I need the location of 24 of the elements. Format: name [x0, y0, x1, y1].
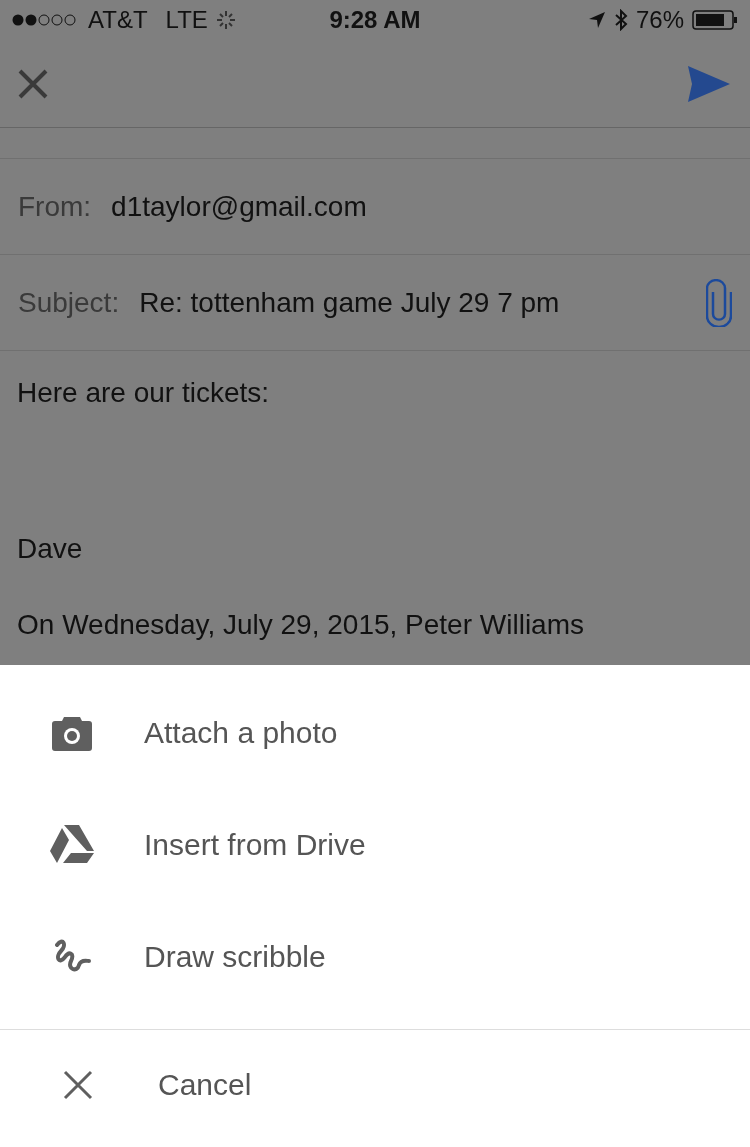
battery-icon — [692, 10, 738, 30]
loading-spinner-icon — [215, 10, 236, 30]
from-address[interactable]: d1taylor@gmail.com — [111, 190, 367, 223]
network-type: LTE — [165, 6, 208, 34]
menu-item[interactable]: Draw scribble — [0, 901, 750, 1013]
carrier-name: AT&T — [88, 6, 148, 34]
subject-label: Subject: — [18, 286, 120, 319]
send-icon[interactable] — [688, 65, 730, 102]
menu-item[interactable]: Insert from Drive — [0, 789, 750, 901]
drive-icon — [50, 825, 94, 865]
from-label: From: — [18, 190, 92, 223]
menu-item[interactable]: Attach a photo — [0, 677, 750, 789]
location-arrow-icon — [587, 11, 606, 29]
bluetooth-icon — [613, 9, 628, 31]
message-text: On Wednesday, July 29, 2015, Peter Williams — [17, 609, 585, 641]
message-text: Here are our tickets: — [17, 377, 271, 409]
battery-percent: 76% — [635, 6, 684, 34]
clock-time: 9:28 AM — [329, 6, 421, 34]
subject-field[interactable]: Re: tottenham game July 29 7 pm — [139, 286, 706, 319]
message-text: Dave — [17, 533, 84, 565]
camera-icon — [50, 715, 94, 751]
cancel-button[interactable]: Cancel — [0, 1030, 750, 1140]
close-icon[interactable] — [18, 68, 48, 99]
paperclip-icon[interactable] — [706, 278, 732, 327]
